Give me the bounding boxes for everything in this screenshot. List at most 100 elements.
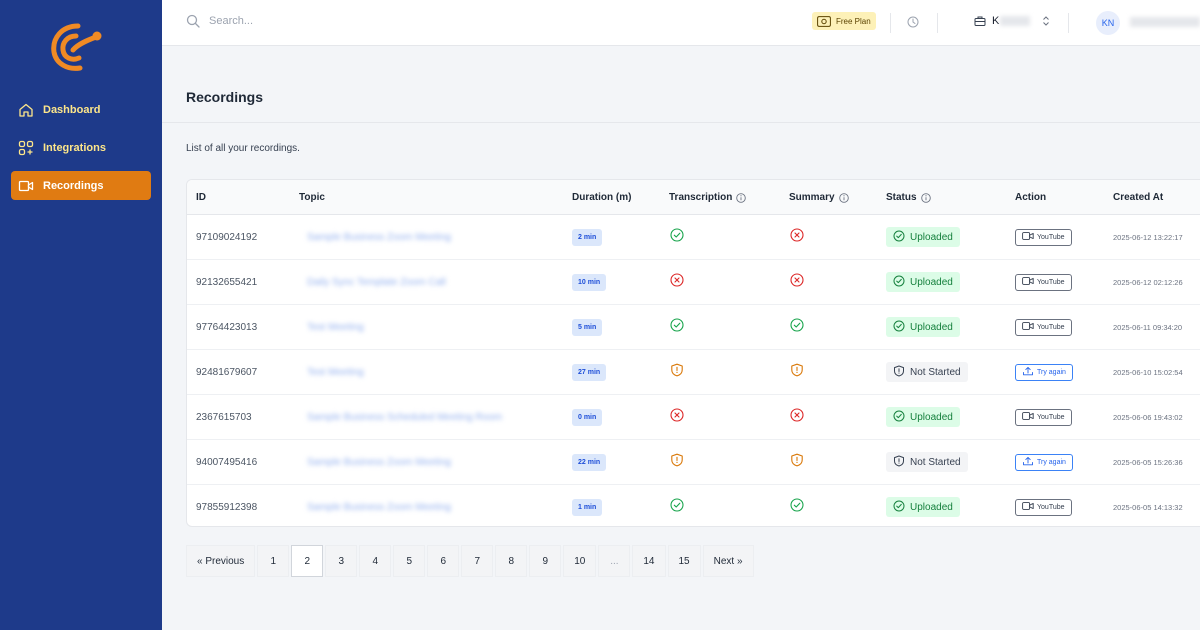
youtube-button[interactable]: YouTube [1015, 498, 1072, 516]
workspace-switcher[interactable]: K [974, 15, 1050, 27]
table-row: 97855912398 Sample Business Zoom Meeting 1… [187, 485, 1200, 526]
try-again-button[interactable]: Try again [1015, 453, 1073, 471]
info-icon[interactable] [920, 192, 931, 203]
table-row: 97764423013 Test Meeting 5 min Uploaded YouT… [187, 305, 1200, 350]
x-circle-icon [790, 227, 804, 242]
app-logo-icon[interactable] [48, 20, 104, 72]
cell-topic: Sample Business Zoom Meeting [301, 215, 501, 259]
topic-link[interactable]: Test Meeting [307, 322, 364, 333]
action-label: YouTube [1037, 278, 1065, 286]
page-3-button[interactable]: 3 [325, 545, 358, 577]
status-badge: Uploaded [886, 227, 960, 247]
page-ellipsis: ... [598, 545, 631, 577]
status-label: Uploaded [910, 501, 953, 513]
shield-alert-icon [894, 365, 904, 376]
avatar[interactable]: KN [1096, 11, 1120, 35]
duration-badge: 0 min [572, 408, 603, 426]
next-page-button[interactable]: Next » [702, 545, 754, 577]
sidebar-item-recordings[interactable]: Recordings [11, 171, 151, 200]
col-duration: Duration (m) [572, 192, 632, 203]
youtube-button[interactable]: YouTube [1015, 228, 1072, 246]
cell-duration: 22 min [572, 440, 607, 484]
cell-transcription [670, 350, 684, 394]
x-circle-icon [790, 272, 804, 287]
workspace-name: K [992, 15, 1000, 27]
cell-action: YouTube [1015, 485, 1072, 526]
topic-link[interactable]: Sample Business Zoom Meeting [307, 502, 451, 513]
sidebar-item-label: Recordings [43, 179, 104, 192]
action-label: YouTube [1037, 233, 1065, 241]
table-header: ID Topic Duration (m) Transcription Summ… [187, 180, 1200, 215]
topic-link[interactable]: Daily Sync Template Zoom Call [307, 277, 446, 288]
status-badge: Uploaded [886, 497, 960, 517]
check-circle-icon [893, 410, 905, 421]
youtube-button[interactable]: YouTube [1015, 273, 1072, 291]
cell-summary [790, 305, 804, 349]
status-label: Not Started [910, 456, 961, 468]
cell-action: YouTube [1015, 215, 1072, 259]
topic-link[interactable]: Sample Business Scheduled Meeting Room [307, 412, 502, 423]
cell-topic: Sample Business Zoom Meeting [301, 485, 501, 526]
page-14-button[interactable]: 14 [632, 545, 666, 577]
col-summary: Summary [789, 192, 849, 203]
page-4-button[interactable]: 4 [359, 545, 392, 577]
cell-created: 2025-06-06 19:43:02 [1113, 395, 1183, 439]
x-circle-icon [790, 407, 804, 427]
clock-icon[interactable] [907, 16, 919, 28]
x-circle-icon [670, 407, 684, 422]
cell-summary [790, 485, 804, 526]
info-icon[interactable] [736, 192, 747, 203]
duration-badge: 5 min [572, 318, 603, 336]
upload-icon [1023, 366, 1033, 376]
topic-link[interactable]: Sample Business Zoom Meeting [307, 457, 451, 468]
page-15-button[interactable]: 15 [667, 545, 701, 577]
video-icon [1022, 501, 1037, 513]
table-row: 92132655421 Daily Sync Template Zoom Call… [187, 260, 1200, 305]
user-name-redacted[interactable] [1130, 17, 1200, 27]
header-divider [162, 122, 1200, 123]
action-label: YouTube [1037, 503, 1065, 511]
cell-duration: 5 min [572, 305, 603, 349]
search-bar [186, 14, 409, 28]
page-10-button[interactable]: 10 [563, 545, 597, 577]
video-icon [1022, 322, 1034, 330]
page-5-button[interactable]: 5 [393, 545, 426, 577]
page-8-button[interactable]: 8 [495, 545, 528, 577]
check-circle-icon [670, 227, 684, 242]
search-input[interactable] [209, 15, 409, 27]
action-label: YouTube [1037, 413, 1065, 421]
try-again-button[interactable]: Try again [1015, 363, 1073, 381]
topic-link[interactable]: Sample Business Zoom Meeting [307, 232, 451, 243]
cell-created: 2025-06-11 09:34:20 [1113, 305, 1182, 349]
page-9-button[interactable]: 9 [529, 545, 562, 577]
plan-badge[interactable]: Free Plan [812, 12, 876, 30]
status-badge: Uploaded [886, 272, 960, 292]
page-7-button[interactable]: 7 [461, 545, 494, 577]
plan-badge-label: Free Plan [836, 16, 871, 26]
table-row: 97109024192 Sample Business Zoom Meeting 2… [187, 215, 1200, 260]
page-2-button[interactable]: 2 [291, 545, 324, 577]
sidebar-item-integrations[interactable]: Integrations [11, 133, 151, 162]
page-1-button[interactable]: 1 [257, 545, 290, 577]
col-topic: Topic [299, 192, 325, 203]
check-circle-icon [790, 497, 804, 517]
page-6-button[interactable]: 6 [427, 545, 460, 577]
youtube-button[interactable]: YouTube [1015, 408, 1072, 426]
topbar-divider [937, 13, 938, 33]
created-at: 2025-06-12 02:12:26 [1113, 277, 1183, 287]
cell-transcription [670, 305, 684, 349]
sidebar-item-dashboard[interactable]: Dashboard [11, 95, 151, 124]
cell-status: Uploaded [886, 260, 960, 304]
upload-icon [1023, 456, 1033, 466]
previous-page-button[interactable]: « Previous [186, 545, 256, 577]
info-icon[interactable] [838, 192, 849, 203]
recording-id: 97764423013 [196, 321, 258, 333]
topic-link[interactable]: Test Meeting [307, 367, 364, 378]
action-label: YouTube [1037, 323, 1065, 331]
check-circle-icon [893, 320, 905, 331]
shield-alert-icon [791, 363, 803, 376]
shield-alert-icon [671, 453, 683, 466]
cell-transcription [670, 260, 684, 304]
status-label: Not Started [910, 366, 961, 378]
youtube-button[interactable]: YouTube [1015, 318, 1072, 336]
